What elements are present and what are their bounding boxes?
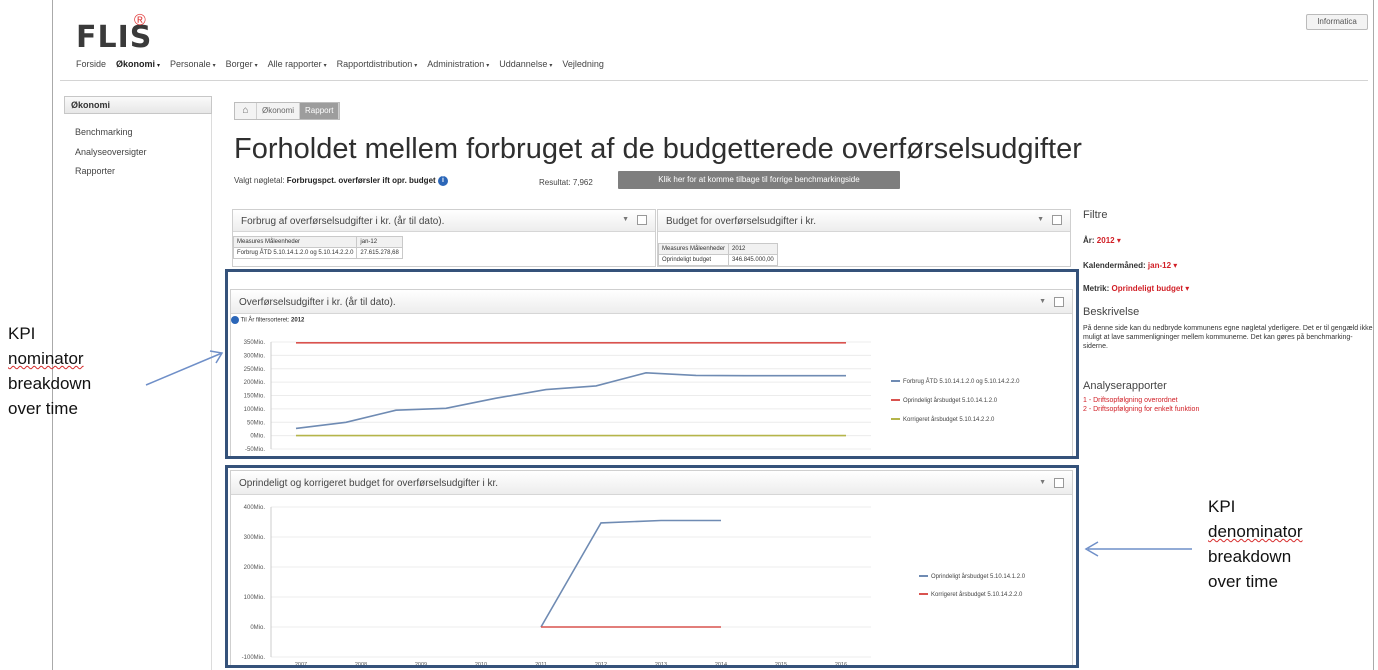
annotation-line: KPI [1208,497,1236,516]
annotation-nominator: KPI nominator breakdown over time [8,321,91,421]
panel-budget: Budget for overførselsudgifter i kr. ▼ M… [657,209,1071,267]
result-value: 7,962 [572,178,593,187]
nav-item-personale[interactable]: Personale ▾ [170,59,216,69]
analysis-link-2[interactable]: 2 - Driftsopfølgning for enkelt funktion [1083,406,1199,413]
informatica-button[interactable]: Informatica [1306,14,1368,30]
annotation-line: denominator [1208,522,1303,541]
chevron-down-icon[interactable]: ▼ [622,216,629,223]
nav-item-borger[interactable]: Borger ▾ [226,59,258,69]
chevron-down-icon: ▾ [1185,284,1190,293]
table-cell: 2012 [728,243,778,255]
nav-label: Rapportdistribution [336,59,413,69]
kpi-value: Forbrugspct. overførsler ift opr. budget [286,176,436,186]
chevron-down-icon: ▾ [254,63,258,69]
table-cell: Oprindeligt budget [657,254,730,266]
page-title: Forholdet mellem forbruget af de budgett… [234,133,1082,165]
filter-label: Kalendermåned: [1083,261,1146,270]
maximize-icon[interactable] [637,215,647,225]
kpi-label: Valgt nøgletal: [234,176,285,186]
nav-item-forside[interactable]: Forside [76,59,106,69]
sidebar-item-analyseoversigter[interactable]: Analyseoversigter [75,147,147,157]
nav-item-alle-rapporter[interactable]: Alle rapporter ▾ [268,59,327,69]
filter-label: Metrik: [1083,284,1110,293]
top-nav: Forside Økonomi ▾ Personale ▾ Borger ▾ Alle rap… [76,59,604,69]
filter-value: jan-12 [1147,261,1172,270]
chevron-down-icon: ▾ [323,63,327,69]
filter-year[interactable]: År: 2012 ▾ [1083,236,1121,245]
table-cell: 27.615.278,68 [356,247,403,259]
chevron-down-icon: ▾ [1116,236,1121,245]
chevron-down-icon: ▾ [1173,261,1178,270]
nav-label: Personale [170,59,211,69]
description-title: Beskrivelse [1083,306,1140,318]
budget-table: Measures Måleenheder 2012 Oprindeligt bud… [657,243,778,266]
home-icon[interactable]: ⌂ [235,103,257,119]
panel-budget-title: Budget for overførselsudgifter i kr. [658,210,1070,232]
nav-divider [60,80,1368,81]
back-to-benchmarking-button[interactable]: Klik her for at komme tilbage til forrig… [618,171,900,189]
filter-label: År: [1083,236,1095,245]
info-icon[interactable]: i [437,176,448,186]
kpi-line: Valgt nøgletal: Forbrugspct. overførsler… [234,176,448,186]
arrow-nominator-icon [145,350,224,386]
table-cell: jan-12 [356,236,403,248]
sidebar-item-benchmarking[interactable]: Benchmarking [75,127,133,137]
table-cell: Forbrug ÅTD 5.10.14.1.2.0 og 5.10.14.2.2… [232,247,358,259]
analysis-title: Analyserapporter [1083,380,1167,392]
highlight-nominator [225,269,1079,459]
sidebar-item-rapporter[interactable]: Rapporter [75,166,115,176]
chevron-down-icon: ▾ [157,63,161,69]
analysis-link-1[interactable]: 1 - Driftsopfølgning overordnet [1083,397,1178,404]
breadcrumb-item-okonomi[interactable]: Økonomi [257,103,301,119]
breadcrumb-current: Rapport [300,103,340,119]
highlight-denominator [225,465,1079,668]
annotation-line: breakdown [8,374,92,393]
nav-item-vejledning[interactable]: Vejledning [562,59,604,69]
maximize-icon[interactable] [1052,215,1062,225]
filter-metric[interactable]: Metrik: Oprindeligt budget ▾ [1083,284,1189,293]
filter-month[interactable]: Kalendermåned: jan-12 ▾ [1083,261,1177,270]
panel-forbrug: Forbrug af overførselsudgifter i kr. (år… [232,209,656,267]
result-label: Resultat: [539,178,571,187]
annotation-line: nominator [8,349,84,368]
table-cell: Measures Måleenheder [657,243,730,255]
table-cell: Measures Måleenheder [232,236,358,248]
filters-title: Filtre [1083,209,1108,221]
logo-mark-icon: ® [134,12,146,29]
breadcrumb: ⌂ Økonomi Rapport [234,102,341,120]
panel-forbrug-title: Forbrug af overførselsudgifter i kr. (år… [233,210,655,232]
nav-label: Forside [76,59,107,69]
annotation-denominator: KPI denominator breakdown over time [1208,494,1303,594]
chevron-down-icon[interactable]: ▼ [1037,216,1044,223]
filter-value: Oprindeligt budget [1111,284,1184,293]
nav-label: Vejledning [562,59,604,69]
nav-label: Økonomi [116,59,156,69]
filter-value: 2012 [1096,236,1115,245]
chevron-down-icon: ▾ [486,63,490,69]
arrow-denominator-icon [1084,541,1192,557]
nav-label: Alle rapporter [267,59,322,69]
sidebar-heading[interactable]: Økonomi [64,96,212,114]
annotation-line: over time [1208,572,1278,591]
annotation-line: breakdown [1208,547,1292,566]
nav-label: Uddannelse [499,59,548,69]
chevron-down-icon: ▾ [212,63,216,69]
nav-item-rapportdistribution[interactable]: Rapportdistribution ▾ [337,59,418,69]
chevron-down-icon: ▾ [414,63,418,69]
annotation-line: KPI [8,324,36,343]
nav-item--konomi[interactable]: Økonomi ▾ [116,59,160,69]
description-text: På denne side kan du nedbryde kommunens … [1083,325,1373,350]
nav-item-uddannelse[interactable]: Uddannelse ▾ [499,59,552,69]
table-cell: 346.845.000,00 [728,254,778,266]
annotation-line: over time [8,399,78,418]
nav-label: Borger [225,59,253,69]
nav-label: Administration [427,59,485,69]
forbrug-table: Measures Måleenheder jan-12 Forbrug ÅTD 5… [232,236,403,259]
nav-item-administration[interactable]: Administration ▾ [427,59,489,69]
chevron-down-icon: ▾ [549,63,553,69]
result: Resultat: 7,962 [539,178,593,187]
